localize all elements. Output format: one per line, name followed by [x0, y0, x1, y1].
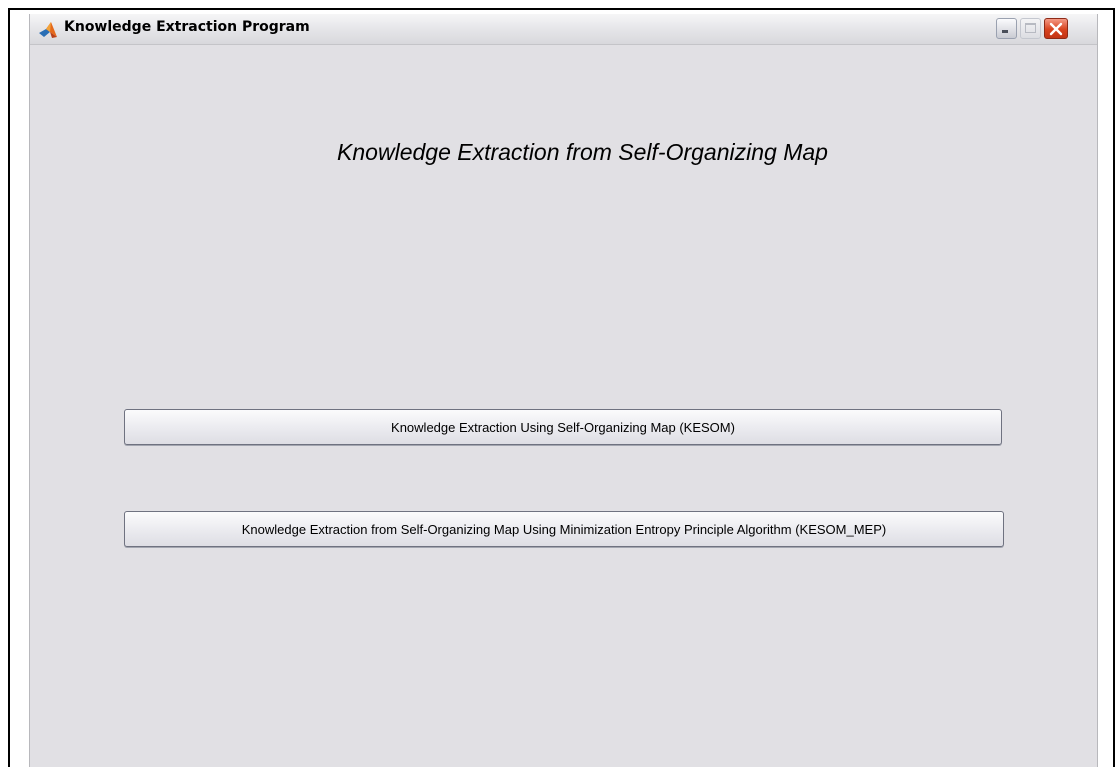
maximize-button[interactable] — [1020, 18, 1041, 39]
minimize-button[interactable] — [996, 18, 1017, 39]
kesom-mep-button[interactable]: Knowledge Extraction from Self-Organizin… — [124, 511, 1004, 547]
matlab-icon — [39, 22, 57, 38]
close-button[interactable] — [1044, 18, 1068, 39]
kesom-button[interactable]: Knowledge Extraction Using Self-Organizi… — [124, 409, 1002, 445]
title-bar[interactable]: Knowledge Extraction Program — [30, 14, 1097, 45]
app-window: Knowledge Extraction Program Knowledge E… — [29, 14, 1098, 767]
window-title: Knowledge Extraction Program — [64, 19, 310, 35]
page-title: Knowledge Extraction from Self-Organizin… — [337, 139, 828, 165]
close-icon — [1049, 22, 1063, 36]
